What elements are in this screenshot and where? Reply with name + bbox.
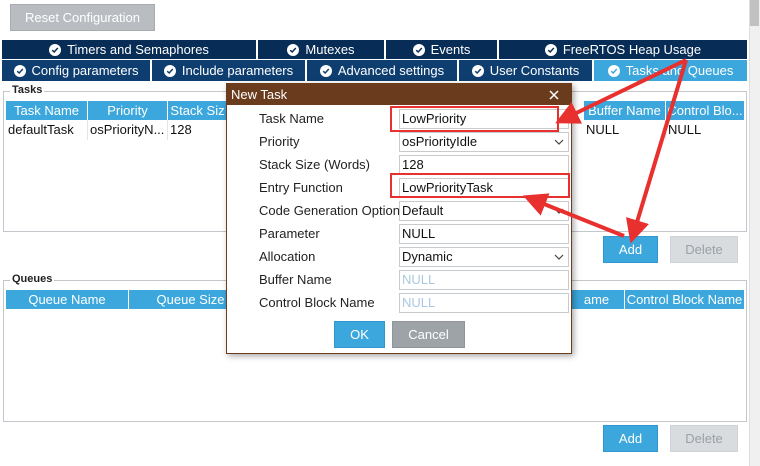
allocation-label: Allocation	[259, 249, 316, 264]
tab-label: Config parameters	[31, 63, 139, 78]
column-header-buffer-name[interactable]: Buffer Name	[584, 101, 666, 120]
new-task-dialog: New Task Task Name LowPriority Priority …	[226, 83, 572, 354]
column-header-buffer-name[interactable]: ame	[569, 290, 625, 309]
code-generation-option-select[interactable]: Default	[399, 201, 569, 221]
parameter-input[interactable]: NULL	[399, 224, 569, 244]
chevron-down-icon	[554, 254, 564, 260]
close-icon[interactable]	[547, 84, 561, 105]
tab-config-parameters[interactable]: Config parameters	[2, 60, 152, 81]
buffer-name-label: Buffer Name	[259, 272, 332, 287]
tab-label: Events	[430, 42, 471, 57]
code-generation-option-label: Code Generation Option	[259, 203, 400, 218]
priority-value: osPriorityIdle	[402, 134, 478, 149]
parameter-label: Parameter	[259, 226, 320, 241]
queues-delete-button[interactable]: Delete	[670, 425, 738, 452]
entry-function-input[interactable]: LowPriorityTask	[399, 178, 569, 198]
allocation-select[interactable]: Dynamic	[399, 247, 569, 267]
tab-label: FreeRTOS Heap Usage	[562, 42, 702, 57]
tab-label: Tasks and Queues	[625, 63, 734, 78]
chevron-down-icon	[554, 139, 564, 145]
stack-size-cell: 128	[168, 120, 228, 140]
task-name-input[interactable]: LowPriority	[399, 109, 569, 129]
tab-label: Advanced settings	[337, 63, 445, 78]
column-header-control-block-name[interactable]: Control Block Name	[625, 290, 744, 309]
queues-add-button[interactable]: Add	[603, 425, 658, 452]
tasks-group-title: Tasks	[10, 84, 45, 96]
stack-size-label: Stack Size (Words)	[259, 157, 371, 172]
chevron-down-icon	[554, 208, 564, 214]
control-block-name-input[interactable]: NULL	[399, 293, 569, 313]
check-icon	[319, 64, 332, 77]
column-header-queue-name[interactable]: Queue Name	[6, 290, 129, 309]
tasks-add-button[interactable]: Add	[603, 236, 658, 263]
check-icon	[544, 43, 557, 56]
priority-select[interactable]: osPriorityIdle	[399, 132, 569, 152]
tab-label: User Constants	[489, 63, 580, 78]
queues-group-title: Queues	[10, 273, 55, 285]
check-icon	[49, 43, 62, 56]
cancel-button[interactable]: Cancel	[392, 321, 465, 348]
tasks-delete-button[interactable]: Delete	[670, 236, 738, 263]
buffer-name-cell: NULL	[584, 120, 666, 140]
tab-row-2: Config parameters Include parameters Adv…	[2, 60, 747, 81]
tab-label: Mutexes	[305, 42, 355, 57]
scrollbar-thumb[interactable]	[750, 0, 759, 26]
buffer-name-input[interactable]: NULL	[399, 270, 569, 290]
ok-button[interactable]: OK	[334, 321, 385, 348]
tab-events[interactable]: Events	[386, 40, 499, 59]
vertical-scrollbar[interactable]	[749, 0, 760, 466]
tab-mutexes[interactable]: Mutexes	[258, 40, 386, 59]
tab-tasks-and-queues[interactable]: Tasks and Queues	[594, 60, 747, 81]
allocation-value: Dynamic	[402, 249, 453, 264]
check-icon	[287, 43, 300, 56]
check-icon	[163, 64, 176, 77]
stack-size-input[interactable]: 128	[399, 155, 569, 175]
reset-configuration-button[interactable]: Reset Configuration	[10, 4, 155, 31]
task-name-cell: defaultTask	[6, 120, 88, 140]
task-name-label: Task Name	[259, 111, 325, 126]
check-icon	[607, 64, 620, 77]
dialog-title: New Task	[231, 87, 288, 102]
priority-label: Priority	[259, 134, 300, 149]
check-icon	[13, 64, 26, 77]
check-icon	[412, 43, 425, 56]
tab-advanced-settings[interactable]: Advanced settings	[307, 60, 459, 81]
tab-row-1: Timers and Semaphores Mutexes Events Fre…	[2, 40, 747, 59]
control-block-cell: NULL	[668, 122, 702, 137]
column-header-priority[interactable]: Priority	[88, 101, 168, 120]
tab-user-constants[interactable]: User Constants	[459, 60, 594, 81]
tab-timers-and-semaphores[interactable]: Timers and Semaphores	[2, 40, 258, 59]
priority-cell: osPriorityN...	[88, 120, 168, 140]
control-block-name-label: Control Block Name	[259, 295, 375, 310]
dialog-title-bar: New Task	[227, 84, 571, 105]
column-header-task-name[interactable]: Task Name	[6, 101, 88, 120]
code-generation-value: Default	[402, 203, 444, 218]
column-header-stack-size[interactable]: Stack Siz	[168, 101, 228, 120]
tab-label: Include parameters	[181, 63, 294, 78]
check-icon	[471, 64, 484, 77]
entry-function-label: Entry Function	[259, 180, 343, 195]
tab-label: Timers and Semaphores	[67, 42, 209, 57]
column-header-control-block[interactable]: Control Blo...	[666, 101, 744, 120]
tab-include-parameters[interactable]: Include parameters	[152, 60, 307, 81]
tab-freertos-heap-usage[interactable]: FreeRTOS Heap Usage	[499, 40, 747, 59]
